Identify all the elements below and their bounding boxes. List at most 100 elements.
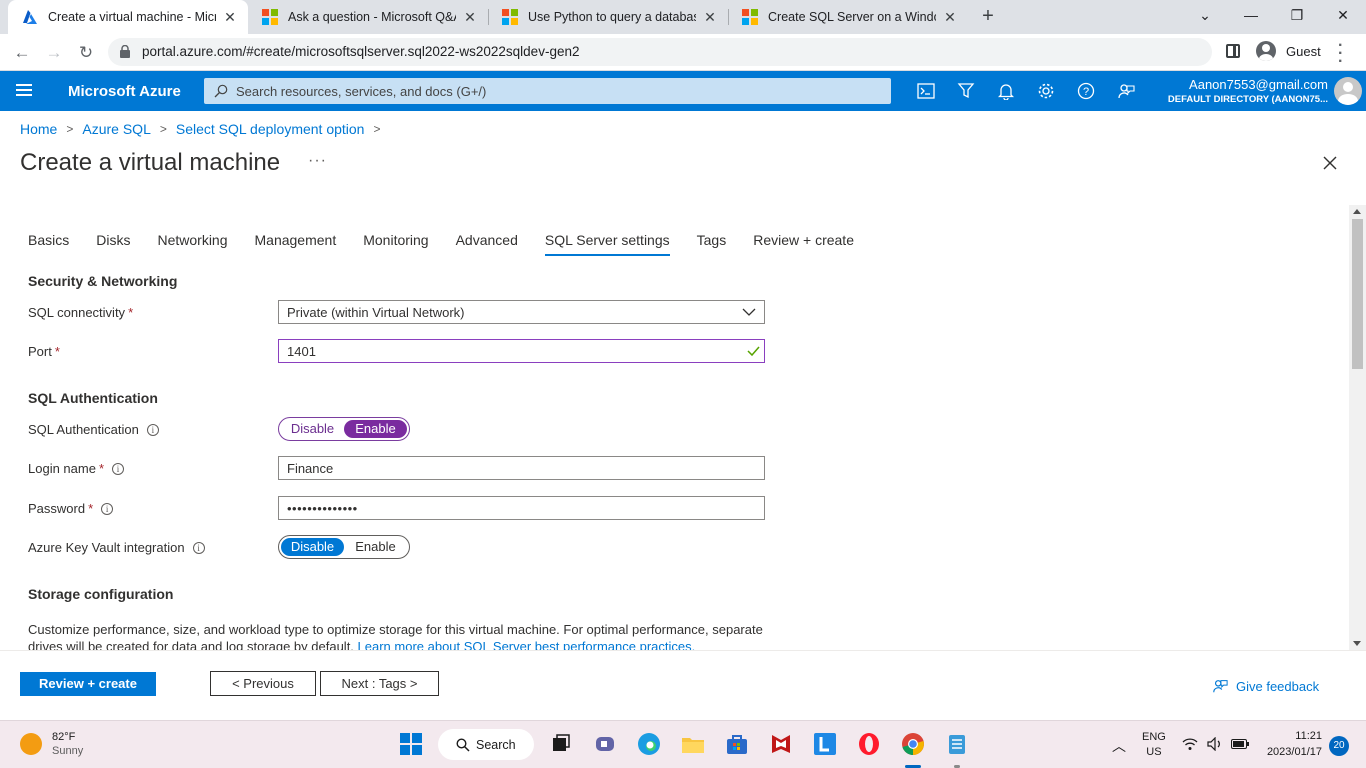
windows-start-icon[interactable] xyxy=(398,731,424,757)
restore-icon[interactable]: ❐ xyxy=(1274,0,1320,30)
tab-review-create[interactable]: Review + create xyxy=(753,232,854,256)
content-scrollbar[interactable] xyxy=(1349,205,1366,650)
reload-icon[interactable]: ↻ xyxy=(73,40,99,66)
clock[interactable]: 11:21 2023/01/17 xyxy=(1262,730,1322,758)
akv-integration-toggle[interactable]: Disable Enable xyxy=(278,535,410,559)
microsoft-logo-icon xyxy=(742,9,758,25)
port-input[interactable]: 1401 xyxy=(278,339,765,363)
tab-management[interactable]: Management xyxy=(255,232,337,256)
store-icon[interactable] xyxy=(724,731,750,757)
more-options-icon[interactable]: ··· xyxy=(308,152,327,170)
directory-filter-icon[interactable] xyxy=(955,80,977,102)
azure-logo-icon xyxy=(23,10,37,24)
info-icon[interactable]: i xyxy=(146,423,159,436)
sql-connectivity-select[interactable]: Private (within Virtual Network) xyxy=(278,300,765,324)
minimize-icon[interactable]: — xyxy=(1228,0,1274,30)
scroll-up-arrow-icon[interactable] xyxy=(1353,209,1361,214)
side-panel-icon[interactable] xyxy=(1226,44,1240,58)
weather-widget[interactable]: 82°F Sunny xyxy=(20,731,83,757)
give-feedback-link[interactable]: Give feedback xyxy=(1212,678,1319,694)
azure-search-input[interactable]: Search resources, services, and docs (G+… xyxy=(204,78,891,104)
mcafee-icon[interactable] xyxy=(768,731,794,757)
notifications-bell-icon[interactable] xyxy=(995,80,1017,102)
close-window-icon[interactable]: ✕ xyxy=(1320,0,1366,30)
help-icon[interactable]: ? xyxy=(1075,80,1097,102)
new-tab-icon[interactable]: + xyxy=(976,5,1000,29)
scroll-down-arrow-icon[interactable] xyxy=(1353,641,1361,646)
tab-advanced[interactable]: Advanced xyxy=(456,232,518,256)
tab-disks[interactable]: Disks xyxy=(96,232,130,256)
account-avatar-icon[interactable] xyxy=(1334,77,1362,105)
tab-title: Create SQL Server on a Windows xyxy=(768,10,936,24)
browser-tab[interactable]: Use Python to query a database ✕ xyxy=(488,0,728,34)
close-tab-icon[interactable]: ✕ xyxy=(222,9,238,26)
tray-chevron-up-icon[interactable]: ︿ xyxy=(1112,736,1126,756)
battery-icon[interactable] xyxy=(1231,739,1249,752)
browser-tab-active[interactable]: Create a virtual machine - Micros ✕ xyxy=(8,0,248,34)
info-icon[interactable]: i xyxy=(112,462,125,475)
volume-icon[interactable] xyxy=(1207,736,1223,754)
wifi-icon[interactable] xyxy=(1182,737,1198,754)
label-text: Password xyxy=(28,501,86,516)
tab-title: Ask a question - Microsoft Q&A xyxy=(288,10,456,24)
notepad-icon[interactable] xyxy=(944,731,970,757)
tab-networking[interactable]: Networking xyxy=(157,232,227,256)
close-tab-icon[interactable]: ✕ xyxy=(462,9,478,26)
address-bar[interactable]: portal.azure.com/#create/microsoftsqlser… xyxy=(108,38,1212,66)
login-name-input[interactable]: Finance xyxy=(278,456,765,480)
toggle-disable-option[interactable]: Disable xyxy=(281,420,344,438)
tab-tags[interactable]: Tags xyxy=(697,232,727,256)
feedback-icon[interactable] xyxy=(1115,80,1137,102)
hamburger-menu-icon[interactable] xyxy=(16,84,32,96)
scrollbar-thumb[interactable] xyxy=(1352,219,1363,369)
task-view-icon[interactable] xyxy=(548,731,574,757)
info-icon[interactable]: i xyxy=(192,541,205,554)
input-value: •••••••••••••• xyxy=(287,500,358,516)
close-tab-icon[interactable]: ✕ xyxy=(702,9,718,26)
settings-gear-icon[interactable] xyxy=(1035,80,1057,102)
akv-integration-label: Azure Key Vault integration i xyxy=(28,540,205,555)
chrome-icon[interactable] xyxy=(900,731,926,757)
toggle-disable-option[interactable]: Disable xyxy=(281,538,344,556)
azure-brand[interactable]: Microsoft Azure xyxy=(68,83,181,100)
cloud-shell-icon[interactable] xyxy=(915,80,937,102)
next-tags-button[interactable]: Next : Tags > xyxy=(320,671,439,696)
breadcrumb: Home > Azure SQL > Select SQL deployment… xyxy=(20,121,390,137)
tab-monitoring[interactable]: Monitoring xyxy=(363,232,428,256)
toggle-enable-option[interactable]: Enable xyxy=(344,538,407,556)
close-tab-icon[interactable]: ✕ xyxy=(942,9,958,26)
back-arrow-icon[interactable]: ← xyxy=(9,40,35,66)
feedback-label: Give feedback xyxy=(1236,678,1320,694)
language-indicator[interactable]: ENG US xyxy=(1142,731,1166,758)
breadcrumb-azure-sql[interactable]: Azure SQL xyxy=(82,121,150,137)
breadcrumb-home[interactable]: Home xyxy=(20,121,57,137)
tab-basics[interactable]: Basics xyxy=(28,232,69,256)
teams-chat-icon[interactable] xyxy=(592,731,618,757)
browser-tab[interactable]: Ask a question - Microsoft Q&A ✕ xyxy=(248,0,488,34)
file-explorer-icon[interactable] xyxy=(680,731,706,757)
info-icon[interactable]: i xyxy=(101,502,114,515)
more-menu-icon[interactable]: · · · xyxy=(1338,38,1343,70)
windows-taskbar: 82°F Sunny Search ︿ ENG US 11:21 2023/01… xyxy=(0,720,1366,768)
svg-text:?: ? xyxy=(1083,86,1089,98)
close-blade-icon[interactable] xyxy=(1320,153,1340,173)
select-value: Private (within Virtual Network) xyxy=(287,304,465,320)
opera-icon[interactable] xyxy=(856,731,882,757)
tab-search-chevron-icon[interactable]: ⌄ xyxy=(1182,0,1228,30)
section-heading-security: Security & Networking xyxy=(28,273,178,289)
review-create-button[interactable]: Review + create xyxy=(20,672,156,696)
password-input[interactable]: •••••••••••••• xyxy=(278,496,765,520)
browser-tab[interactable]: Create SQL Server on a Windows ✕ xyxy=(728,0,968,34)
l-app-icon[interactable] xyxy=(812,731,838,757)
forward-arrow-icon[interactable]: → xyxy=(41,40,67,66)
sql-auth-toggle[interactable]: Disable Enable xyxy=(278,417,410,441)
toggle-enable-option[interactable]: Enable xyxy=(344,420,407,438)
taskbar-search[interactable]: Search xyxy=(438,729,534,760)
notification-count-badge[interactable]: 20 xyxy=(1329,736,1349,756)
edge-browser-icon[interactable] xyxy=(636,731,662,757)
account-info[interactable]: Aanon7553@gmail.com DEFAULT DIRECTORY (A… xyxy=(1168,77,1328,105)
previous-button[interactable]: < Previous xyxy=(210,671,316,696)
breadcrumb-deployment-option[interactable]: Select SQL deployment option xyxy=(176,121,365,137)
profile-button[interactable]: Guest xyxy=(1250,37,1328,65)
tab-sql-server-settings[interactable]: SQL Server settings xyxy=(544,232,670,256)
